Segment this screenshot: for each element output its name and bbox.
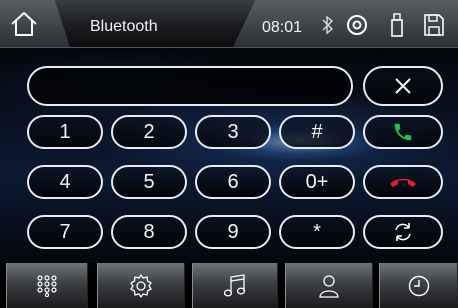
settings-icon	[130, 273, 152, 298]
clear-icon	[395, 78, 411, 94]
settings-tab[interactable]	[97, 263, 185, 308]
key-star[interactable]: *	[279, 215, 355, 249]
bluetooth-icon	[322, 15, 334, 35]
key-hash[interactable]: #	[279, 115, 355, 149]
key-4[interactable]: 4	[27, 165, 103, 199]
call-end-button[interactable]	[363, 165, 443, 199]
key-2[interactable]: 2	[111, 115, 187, 149]
history-icon	[408, 275, 429, 296]
call-answer-button[interactable]	[363, 115, 443, 149]
key-5[interactable]: 5	[111, 165, 187, 199]
key-1[interactable]: 1	[27, 115, 103, 149]
sd-card-icon	[424, 14, 444, 36]
call-answer-icon	[394, 123, 412, 141]
key-9[interactable]: 9	[195, 215, 271, 249]
key-7[interactable]: 7	[27, 215, 103, 249]
transfer-button[interactable]	[363, 215, 443, 249]
key-0-plus[interactable]: 0+	[279, 165, 355, 199]
transfer-icon	[395, 223, 411, 241]
contacts-tab[interactable]	[285, 263, 373, 308]
disc-icon	[347, 15, 367, 35]
key-8[interactable]: 8	[111, 215, 187, 249]
clear-button[interactable]	[363, 66, 443, 106]
contacts-icon	[319, 274, 339, 298]
page-title: Bluetooth	[90, 18, 158, 35]
key-3[interactable]: 3	[195, 115, 271, 149]
history-tab[interactable]	[379, 263, 458, 308]
music-tab[interactable]	[192, 263, 278, 308]
call-end-icon	[390, 178, 416, 187]
home-icon[interactable]	[10, 11, 38, 37]
dialpad-icon	[37, 274, 57, 297]
key-6[interactable]: 6	[195, 165, 271, 199]
number-display[interactable]	[27, 66, 353, 106]
clock-time: 08:01	[262, 19, 303, 36]
music-icon	[223, 273, 246, 296]
dialpad-tab[interactable]	[6, 263, 88, 308]
usb-icon	[391, 13, 403, 37]
